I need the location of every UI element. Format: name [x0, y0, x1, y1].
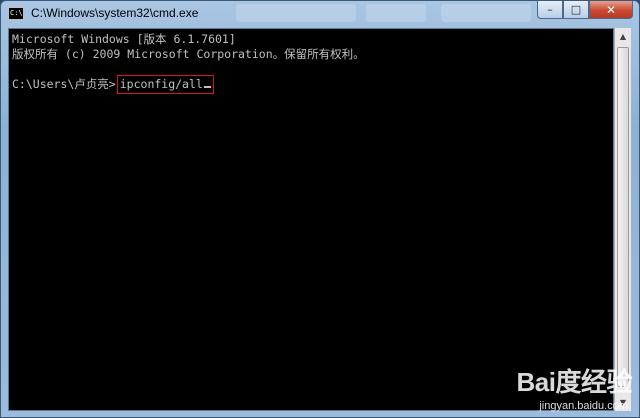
title-bar[interactable]: C:\ C:\Windows\system32\cmd.exe – □ ✕	[1, 1, 639, 27]
close-button[interactable]: ✕	[589, 1, 633, 19]
cmd-window: C:\ C:\Windows\system32\cmd.exe – □ ✕ Mi…	[0, 0, 640, 418]
vertical-scrollbar[interactable]: ▲ ▼	[614, 28, 631, 411]
prompt-text: C:\Users\卢贞亮>	[12, 77, 116, 91]
scrollbar-thumb[interactable]	[617, 47, 629, 387]
text-cursor	[203, 86, 211, 88]
copyright-line: 版权所有 (c) 2009 Microsoft Corporation。保留所有…	[12, 47, 365, 61]
background-window-ghost	[366, 4, 426, 22]
command-highlight-box: ipconfig/all	[116, 75, 214, 94]
version-line: Microsoft Windows [版本 6.1.7601]	[12, 32, 236, 46]
background-window-ghost	[236, 4, 356, 22]
prompt-line: C:\Users\卢贞亮> ipconfig/all	[12, 75, 214, 94]
minimize-button[interactable]: –	[537, 1, 563, 19]
caption-buttons: – □ ✕	[537, 1, 633, 20]
cmd-app-icon[interactable]: C:\	[8, 7, 24, 20]
background-window-ghost	[441, 4, 531, 22]
scroll-down-arrow-icon[interactable]: ▼	[615, 394, 631, 411]
command-text[interactable]: ipconfig/all	[120, 77, 203, 91]
window-title: C:\Windows\system32\cmd.exe	[31, 6, 199, 20]
maximize-button[interactable]: □	[563, 1, 589, 19]
scroll-up-arrow-icon[interactable]: ▲	[615, 28, 631, 45]
console-area[interactable]: Microsoft Windows [版本 6.1.7601] 版权所有 (c)…	[8, 28, 614, 411]
